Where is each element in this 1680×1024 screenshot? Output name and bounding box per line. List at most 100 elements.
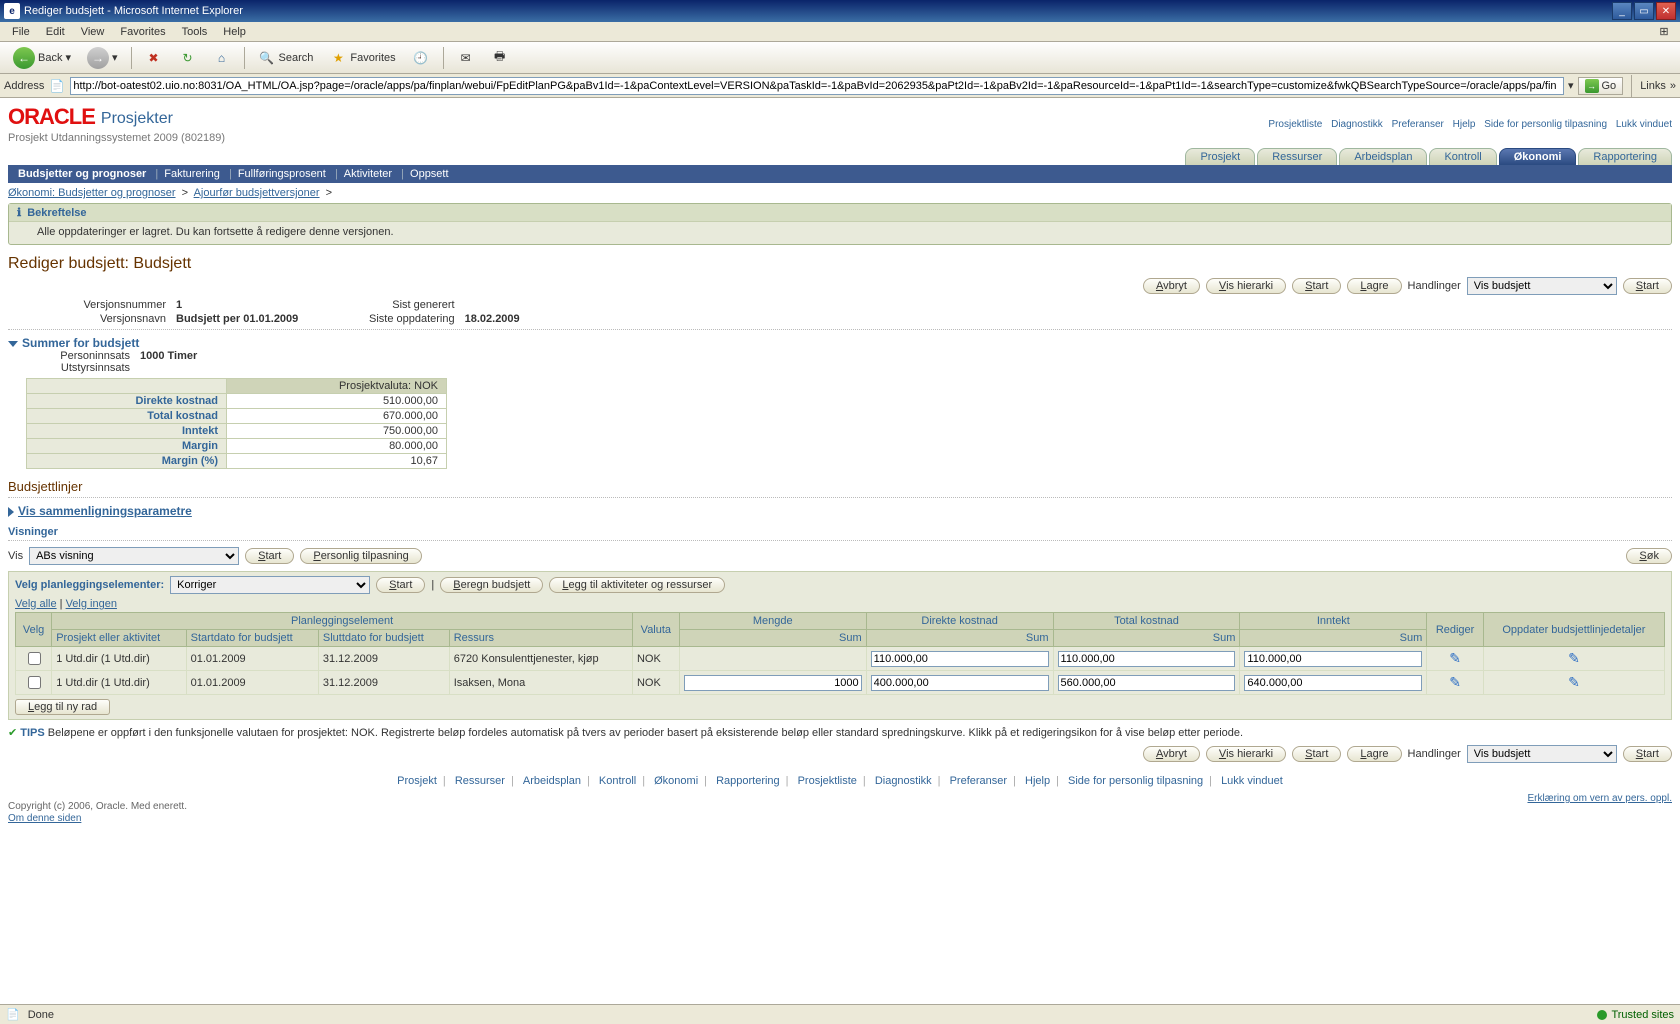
menu-favorites[interactable]: Favorites — [112, 24, 173, 40]
nav-diagnostikk[interactable]: Diagnostikk — [1331, 119, 1383, 130]
nav-preferanser[interactable]: Preferanser — [1392, 119, 1444, 130]
handlinger-select[interactable]: Vis budsjett — [1467, 277, 1617, 295]
home-button[interactable]: ⌂ — [206, 45, 238, 71]
mail-button[interactable]: ✉ — [450, 45, 482, 71]
breadcrumb-2[interactable]: Ajourfør budsjettversjoner — [194, 187, 320, 199]
tab-arbeidsplan[interactable]: Arbeidsplan — [1339, 148, 1427, 165]
forward-button[interactable]: →▾ — [80, 43, 125, 73]
velg-plan-label: Velg planleggingselementer: — [15, 579, 164, 591]
vis-start-button[interactable]: Start — [245, 548, 294, 564]
info-icon: ℹ — [17, 206, 21, 219]
personlig-button[interactable]: Personlig tilpasning — [300, 548, 421, 564]
start-button[interactable]: Start — [1292, 746, 1341, 762]
favorites-button[interactable]: ★Favorites — [322, 45, 402, 71]
avbryt-button[interactable]: Avbryt — [1143, 278, 1200, 294]
history-icon: 🕘 — [412, 49, 430, 67]
update-detail-icon[interactable]: ✎ — [1568, 650, 1580, 667]
summer-heading[interactable]: Summer for budsjett — [8, 336, 1672, 350]
nav-lukk[interactable]: Lukk vinduet — [1616, 119, 1672, 130]
plan-start-button[interactable]: Start — [376, 577, 425, 593]
print-button[interactable]: 🖶 — [484, 45, 516, 71]
product-title: Prosjekter — [101, 110, 173, 128]
page-title: Rediger budsjett: Budsjett — [8, 255, 1672, 273]
tab-prosjekt[interactable]: Prosjekt — [1185, 148, 1255, 165]
menu-file[interactable]: File — [4, 24, 38, 40]
subtab-fullforing[interactable]: Fullføringsprosent — [238, 168, 326, 180]
visninger-label: Visninger — [8, 526, 1672, 538]
nav-hjelp[interactable]: Hjelp — [1453, 119, 1476, 130]
mail-icon: ✉ — [457, 49, 475, 67]
address-input[interactable] — [70, 77, 1564, 95]
velg-alle-link[interactable]: Velg alle — [15, 598, 57, 610]
handlinger-start-button[interactable]: Start — [1623, 746, 1672, 762]
window-close[interactable]: ✕ — [1656, 2, 1676, 20]
back-button[interactable]: ← Back▾ — [6, 43, 78, 73]
ie-menubar: File Edit View Favorites Tools Help ⊞ — [0, 22, 1680, 42]
vis-hierarki-button[interactable]: Vis hierarki — [1206, 746, 1286, 762]
update-detail-icon[interactable]: ✎ — [1568, 674, 1580, 691]
vis-parametre-link[interactable]: Vis sammenligningsparametre — [8, 504, 1672, 518]
lagre-button[interactable]: Lagre — [1347, 746, 1401, 762]
stop-button[interactable]: ✖ — [138, 45, 170, 71]
search-button[interactable]: 🔍Search — [251, 45, 321, 71]
confirm-title: Bekreftelse — [27, 207, 86, 219]
lagre-button[interactable]: Lagre — [1347, 278, 1401, 294]
subtab-oppsett[interactable]: Oppsett — [410, 168, 449, 180]
vis-hierarki-button[interactable]: Vis hierarki — [1206, 278, 1286, 294]
window-restore[interactable]: ▭ — [1634, 2, 1654, 20]
total-input[interactable] — [1058, 675, 1236, 691]
tab-rapportering[interactable]: Rapportering — [1578, 148, 1672, 165]
menu-help[interactable]: Help — [215, 24, 254, 40]
expand-icon — [8, 507, 14, 517]
breadcrumb-1[interactable]: Økonomi: Budsjetter og prognoser — [8, 187, 176, 199]
address-label: Address — [4, 80, 44, 92]
row-select-checkbox[interactable] — [28, 652, 41, 665]
velg-ingen-link[interactable]: Velg ingen — [66, 598, 117, 610]
edit-icon[interactable]: ✎ — [1449, 674, 1461, 691]
menu-tools[interactable]: Tools — [174, 24, 216, 40]
inntekt-input[interactable] — [1244, 675, 1422, 691]
privacy-link[interactable]: Erklæring om vern av pers. oppl. — [1527, 793, 1672, 804]
sok-button[interactable]: Søk — [1626, 548, 1672, 564]
refresh-icon: ↻ — [179, 49, 197, 67]
links-label[interactable]: Links — [1640, 80, 1666, 92]
windows-flag-icon: ⊞ — [1652, 22, 1676, 42]
window-title: Rediger budsjett - Microsoft Internet Ex… — [24, 5, 243, 17]
star-icon: ★ — [329, 49, 347, 67]
handlinger-start-button[interactable]: Start — [1623, 278, 1672, 294]
total-input[interactable] — [1058, 651, 1236, 667]
inntekt-input[interactable] — [1244, 651, 1422, 667]
tab-okonomi[interactable]: Økonomi — [1499, 148, 1577, 165]
action-row-bottom: Avbryt Vis hierarki Start Lagre Handling… — [8, 745, 1672, 763]
window-minimize[interactable]: _ — [1612, 2, 1632, 20]
subtab-aktiviteter[interactable]: Aktiviteter — [344, 168, 392, 180]
tab-ressurser[interactable]: Ressurser — [1257, 148, 1337, 165]
handlinger-select[interactable]: Vis budsjett — [1467, 745, 1617, 763]
edit-icon[interactable]: ✎ — [1449, 650, 1461, 667]
sub-tabs: Budsjetter og prognoser |Fakturering |Fu… — [8, 165, 1672, 183]
beregn-button[interactable]: Beregn budsjett — [440, 577, 543, 593]
go-button[interactable]: →Go — [1578, 77, 1624, 95]
refresh-button[interactable]: ↻ — [172, 45, 204, 71]
start-button[interactable]: Start — [1292, 278, 1341, 294]
direkte-input[interactable] — [871, 675, 1049, 691]
tab-kontroll[interactable]: Kontroll — [1429, 148, 1496, 165]
row-select-checkbox[interactable] — [28, 676, 41, 689]
breadcrumb: Økonomi: Budsjetter og prognoser > Ajour… — [8, 187, 1672, 199]
menu-view[interactable]: View — [73, 24, 113, 40]
menu-edit[interactable]: Edit — [38, 24, 73, 40]
about-page-link[interactable]: Om denne siden — [8, 813, 81, 824]
velg-plan-select[interactable]: Korriger — [170, 576, 370, 594]
nav-personlig[interactable]: Side for personlig tilpasning — [1484, 119, 1607, 130]
vis-select[interactable]: ABs visning — [29, 547, 239, 565]
avbryt-button[interactable]: Avbryt — [1143, 746, 1200, 762]
mengde-input[interactable] — [684, 675, 862, 691]
subtab-fakturering[interactable]: Fakturering — [164, 168, 220, 180]
legg-til-akt-button[interactable]: Legg til aktiviteter og ressurser — [549, 577, 725, 593]
history-button[interactable]: 🕘 — [405, 45, 437, 71]
nav-prosjektliste[interactable]: Prosjektliste — [1268, 119, 1322, 130]
main-tabs: Prosjekt Ressurser Arbeidsplan Kontroll … — [8, 148, 1672, 165]
legg-til-rad-button[interactable]: Legg til ny rad — [15, 699, 110, 715]
subtab-budsjetter[interactable]: Budsjetter og prognoser — [18, 168, 146, 180]
direkte-input[interactable] — [871, 651, 1049, 667]
